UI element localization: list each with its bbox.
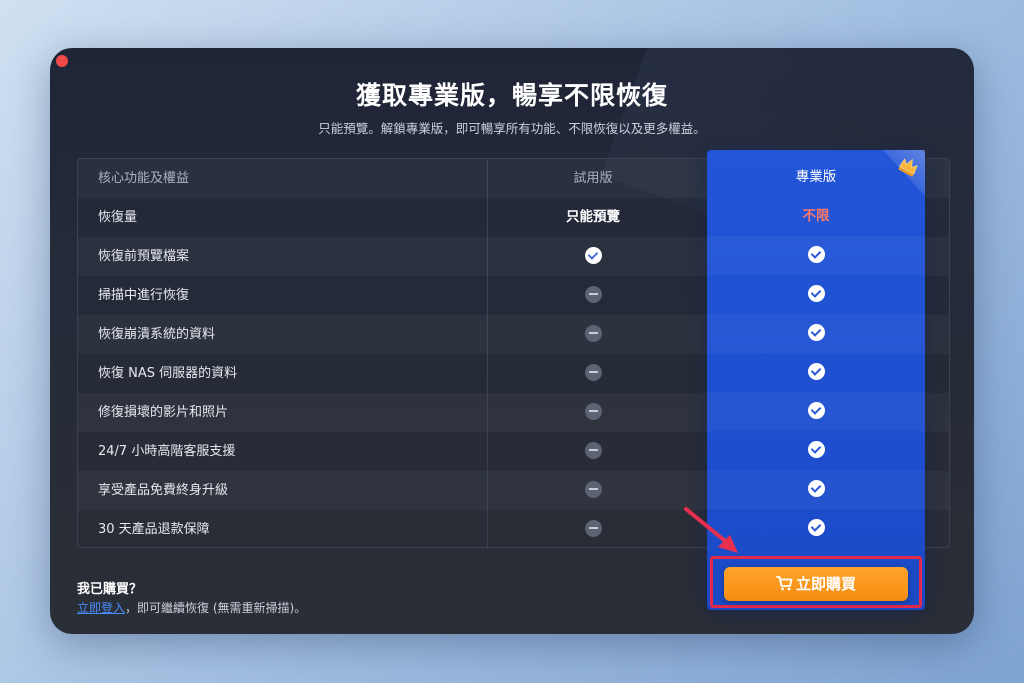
check-icon (807, 362, 825, 380)
header-feature: 核心功能及權益 (98, 171, 190, 186)
dash-icon (584, 285, 602, 303)
feature-label: 修復損壞的影片和照片 (98, 405, 229, 420)
feature-label: 恢復量 (98, 210, 138, 225)
check-icon (807, 518, 825, 536)
dash-icon (584, 480, 602, 498)
feature-label: 恢復崩潰系統的資料 (98, 327, 216, 342)
close-dot-icon[interactable] (56, 55, 68, 67)
check-icon (807, 284, 825, 302)
cart-icon (776, 575, 793, 590)
buy-now-button[interactable]: 立即購買 (724, 567, 908, 601)
header-pro: 專業版 (795, 169, 837, 185)
dash-icon (584, 441, 602, 459)
buy-now-label: 立即購買 (795, 575, 856, 593)
dash-icon (584, 519, 602, 537)
feature-label: 恢復 NAS 伺服器的資料 (98, 366, 238, 381)
pro-value-unlimited: 不限 (802, 208, 830, 224)
header-trial: 試用版 (573, 171, 613, 186)
check-icon (807, 245, 825, 263)
dash-icon (584, 363, 602, 381)
check-icon (807, 479, 825, 497)
dialog-subtitle: 只能預覽。解鎖專業版，即可暢享所有功能、不限恢復以及更多權益。 (318, 121, 706, 136)
check-icon (807, 401, 825, 419)
dash-icon (584, 402, 602, 420)
feature-label: 24/7 小時高階客服支援 (98, 444, 236, 459)
check-icon (584, 246, 602, 264)
trial-value: 只能預覽 (566, 209, 620, 225)
feature-label: 掃描中進行恢復 (98, 288, 190, 303)
upgrade-dialog: 獲取專業版，暢享不限恢復 只能預覽。解鎖專業版，即可暢享所有功能、不限恢復以及更… (50, 48, 974, 634)
dash-icon (584, 324, 602, 342)
login-hint: 立即登入，即可繼續恢復 (無需重新掃描)。 (77, 599, 306, 616)
login-hint-text: ，即可繼續恢復 (無需重新掃描)。 (125, 601, 307, 615)
dialog-title: 獲取專業版，暢享不限恢復 (355, 81, 668, 110)
feature-label: 恢復前預覽檔案 (98, 249, 190, 264)
login-link[interactable]: 立即登入 (77, 601, 125, 615)
check-icon (807, 323, 825, 341)
feature-label: 享受產品免費終身升級 (98, 483, 229, 498)
arrow-annotation (684, 507, 738, 553)
already-purchased-label: 我已購買？ (77, 582, 143, 597)
feature-label: 30 天產品退款保障 (98, 522, 210, 537)
check-icon (807, 440, 825, 458)
